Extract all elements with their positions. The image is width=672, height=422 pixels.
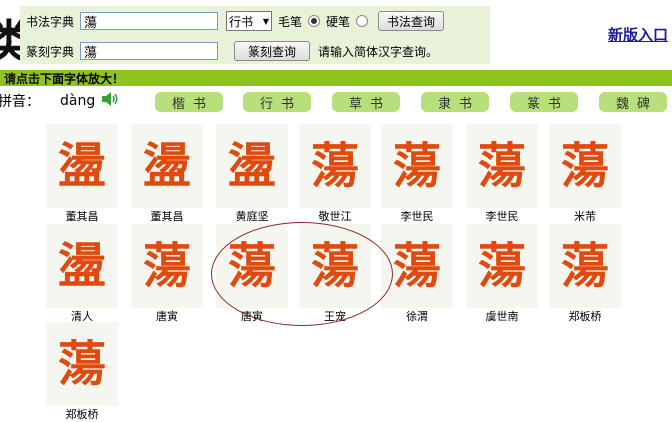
- glyph-author: 王宠: [324, 310, 346, 323]
- pinyin-row: 拼音： dàng: [0, 92, 118, 110]
- glyph-char: 蕩: [142, 238, 191, 294]
- glyph-card[interactable]: 蕩郑板桥: [543, 224, 627, 324]
- glyph-author: 唐寅: [156, 310, 178, 323]
- glyph-image[interactable]: 蕩: [381, 124, 453, 208]
- glyph-author: 米芾: [574, 210, 596, 223]
- glyph-char: 蕩: [310, 138, 359, 194]
- brush-radio[interactable]: [308, 15, 321, 27]
- glyph-card[interactable]: 蕩王宠: [293, 224, 377, 324]
- glyph-card[interactable]: 蕩唐寅: [210, 224, 294, 324]
- glyph-card[interactable]: 盪董其昌: [40, 124, 124, 224]
- glyph-image[interactable]: 盪: [46, 124, 118, 208]
- style-tab[interactable]: 草书: [332, 92, 400, 112]
- glyph-author: 虞世南: [485, 310, 519, 323]
- glyph-card[interactable]: 蕩米芾: [543, 124, 627, 224]
- pinyin-value: dàng: [60, 93, 96, 109]
- glyph-author: 董其昌: [65, 210, 99, 223]
- glyph-char: 蕩: [477, 138, 526, 194]
- search-hint: 请输入简体汉字查询。: [318, 44, 439, 59]
- glyph-image[interactable]: 蕩: [466, 124, 538, 208]
- glyph-char: 蕩: [392, 138, 441, 194]
- glyph-author: 董其昌: [150, 210, 184, 223]
- glyph-char: 蕩: [560, 238, 609, 294]
- glyph-image[interactable]: 蕩: [131, 224, 203, 308]
- glyph-author: 徐渭: [406, 310, 428, 323]
- glyph-char: 盪: [57, 138, 106, 194]
- glyph-char: 盪: [57, 238, 106, 294]
- hard-pen-label: 硬笔: [326, 14, 351, 29]
- glyph-char: 盪: [142, 138, 191, 194]
- seal-dict-label: 篆刻字典: [26, 44, 75, 59]
- glyph-card[interactable]: 蕩李世民: [375, 124, 459, 224]
- glyph-image[interactable]: 盪: [216, 124, 288, 208]
- seal-search-row: 篆刻字典 蕩 篆刻查询 请输入简体汉字查询。: [26, 40, 438, 62]
- glyph-author: 唐寅: [241, 310, 263, 323]
- glyph-card[interactable]: 盪黄庭坚: [210, 124, 294, 224]
- glyph-card[interactable]: 蕩徐渭: [375, 224, 459, 324]
- glyph-author: 敬世江: [318, 210, 352, 223]
- glyph-card[interactable]: 盪董其昌: [125, 124, 209, 224]
- glyph-author: 郑板桥: [568, 310, 602, 323]
- style-select[interactable]: 行书 ▼: [226, 11, 272, 31]
- search-panel: 书法字典 蕩 行书 ▼ 毛笔 硬笔 书法查询 篆刻字典 蕩 篆刻查询 请输入简体…: [20, 6, 490, 64]
- glyph-author: 黄庭坚: [235, 210, 269, 223]
- pinyin-label: 拼音：: [0, 94, 40, 110]
- glyph-image[interactable]: 蕩: [466, 224, 538, 308]
- glyph-card[interactable]: 盪清人: [40, 224, 124, 324]
- glyph-author: 李世民: [400, 210, 434, 223]
- glyph-card[interactable]: 蕩李世民: [460, 124, 544, 224]
- hard-pen-radio[interactable]: [356, 15, 369, 27]
- glyph-image[interactable]: 蕩: [299, 124, 371, 208]
- glyph-char: 蕩: [57, 336, 106, 392]
- calligraphy-search-button[interactable]: 书法查询: [378, 11, 445, 31]
- new-version-link[interactable]: 新版入口: [608, 24, 668, 45]
- style-tab[interactable]: 行书: [243, 92, 311, 112]
- style-tab[interactable]: 楷书: [155, 92, 223, 112]
- glyph-author: 李世民: [485, 210, 519, 223]
- chevron-down-icon: ▼: [262, 16, 269, 26]
- glyph-char: 盪: [227, 138, 276, 194]
- glyph-char: 蕩: [310, 238, 359, 294]
- notice-text: 下面字体放大！: [40, 71, 125, 86]
- glyph-image[interactable]: 蕩: [381, 224, 453, 308]
- glyph-image[interactable]: 蕩: [46, 322, 118, 406]
- notice-bold: 请点击: [4, 71, 41, 86]
- glyph-image[interactable]: 蕩: [299, 224, 371, 308]
- glyph-char: 蕩: [227, 238, 276, 294]
- glyph-card[interactable]: 蕩敬世江: [293, 124, 377, 224]
- glyph-char: 蕩: [560, 138, 609, 194]
- style-tab[interactable]: 隶书: [421, 92, 489, 112]
- notice-bar: 请点击 下面字体放大！: [0, 70, 672, 86]
- style-tab[interactable]: 篆书: [510, 92, 578, 112]
- glyph-card[interactable]: 蕩唐寅: [125, 224, 209, 324]
- calligraphy-search-row: 书法字典 蕩 行书 ▼ 毛笔 硬笔 书法查询: [26, 10, 445, 32]
- calligraphy-dict-label: 书法字典: [26, 14, 75, 29]
- glyph-image[interactable]: 盪: [131, 124, 203, 208]
- speaker-icon[interactable]: [100, 90, 120, 108]
- style-select-value: 行书: [229, 14, 254, 29]
- glyph-card[interactable]: 蕩郑板桥: [40, 322, 124, 422]
- glyph-image[interactable]: 蕩: [549, 124, 621, 208]
- glyph-image[interactable]: 蕩: [216, 224, 288, 308]
- brush-label: 毛笔: [278, 14, 303, 29]
- glyph-image[interactable]: 盪: [46, 224, 118, 308]
- glyph-card[interactable]: 蕩虞世南: [460, 224, 544, 324]
- seal-search-input[interactable]: 蕩: [80, 42, 218, 61]
- glyph-char: 蕩: [477, 238, 526, 294]
- glyph-image[interactable]: 蕩: [549, 224, 621, 308]
- glyph-char: 蕩: [392, 238, 441, 294]
- seal-search-button[interactable]: 篆刻查询: [234, 41, 310, 61]
- calligraphy-search-input[interactable]: 蕩: [80, 12, 218, 31]
- style-tab[interactable]: 魏碑: [599, 92, 667, 112]
